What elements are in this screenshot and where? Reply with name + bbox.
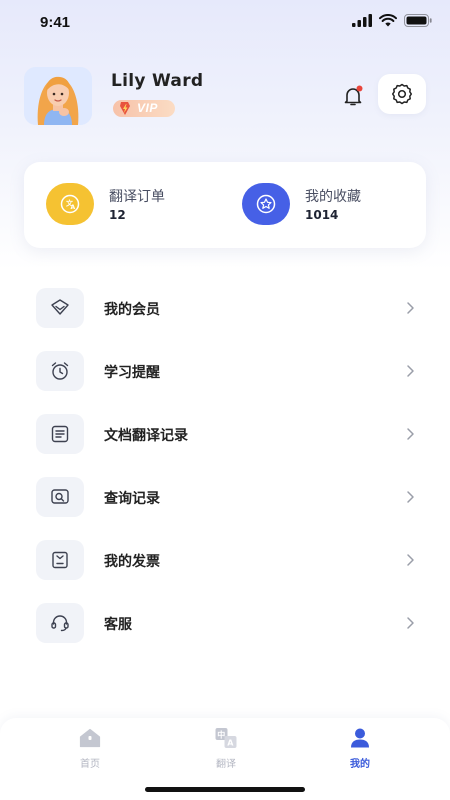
notification-dot xyxy=(356,85,363,92)
stats-card: 文 A 翻译订单 12 我的收藏 1014 xyxy=(24,162,426,248)
svg-text:中: 中 xyxy=(217,729,225,739)
alarm-clock-icon xyxy=(36,351,84,391)
chevron-right-icon xyxy=(407,491,414,503)
tab-label: 首页 xyxy=(80,759,100,770)
lightning-icon xyxy=(120,102,130,115)
svg-text:A: A xyxy=(71,204,76,211)
menu-item-document-translation-history[interactable]: 文档翻译记录 xyxy=(0,414,450,464)
chevron-right-icon xyxy=(407,617,414,629)
battery-icon xyxy=(404,14,432,27)
chevron-right-icon xyxy=(407,428,414,440)
profile-icon xyxy=(351,728,369,748)
translate-order-icon: 文 A xyxy=(46,183,94,225)
menu-label: 查询记录 xyxy=(104,491,160,507)
menu-item-invoices[interactable]: 我的发票 xyxy=(0,540,450,590)
avatar-illustration xyxy=(24,67,92,125)
tab-translate[interactable]: 中 A 翻译 xyxy=(196,726,256,774)
vip-badge[interactable]: VIP xyxy=(113,100,175,117)
signal-icon xyxy=(352,14,372,27)
gear-icon xyxy=(391,83,413,105)
document-icon xyxy=(36,414,84,454)
chevron-right-icon xyxy=(407,365,414,377)
menu-item-customer-service[interactable]: 客服 xyxy=(0,603,450,653)
stat-value: 1014 xyxy=(305,208,339,222)
stat-favorites[interactable]: 我的收藏 1014 xyxy=(224,162,426,248)
stat-value: 12 xyxy=(109,208,126,222)
translate-icon: 中 A xyxy=(215,728,237,748)
menu-item-search-history[interactable]: 查询记录 xyxy=(0,477,450,527)
favorites-star-icon xyxy=(242,183,290,225)
search-record-icon xyxy=(36,477,84,517)
invoice-icon xyxy=(36,540,84,580)
settings-button[interactable] xyxy=(378,74,426,114)
stat-label: 翻译订单 xyxy=(109,189,165,205)
user-name: Lily Ward xyxy=(111,71,204,91)
menu-label: 我的发票 xyxy=(104,554,160,570)
stat-translation-orders[interactable]: 文 A 翻译订单 12 xyxy=(24,162,224,248)
vip-label: VIP xyxy=(137,101,158,115)
stat-label: 我的收藏 xyxy=(305,189,361,205)
bell-icon xyxy=(344,85,363,106)
menu-label: 客服 xyxy=(104,617,132,633)
headset-icon xyxy=(36,603,84,643)
tab-home[interactable]: 首页 xyxy=(60,726,120,774)
tab-mine[interactable]: 我的 xyxy=(330,726,390,774)
menu-label: 学习提醒 xyxy=(104,365,160,381)
tab-label: 翻译 xyxy=(216,759,236,770)
chevron-right-icon xyxy=(407,554,414,566)
notification-bell[interactable] xyxy=(341,84,365,108)
svg-text:A: A xyxy=(227,739,234,748)
menu-item-membership[interactable]: 我的会员 xyxy=(0,288,450,338)
avatar[interactable] xyxy=(24,67,92,125)
chevron-right-icon xyxy=(407,302,414,314)
home-indicator xyxy=(145,787,305,792)
menu-label: 文档翻译记录 xyxy=(104,428,188,444)
status-icons xyxy=(352,14,432,27)
menu-item-study-reminder[interactable]: 学习提醒 xyxy=(0,351,450,401)
status-bar: 9:41 xyxy=(0,0,450,46)
status-time: 9:41 xyxy=(40,14,71,31)
diamond-icon xyxy=(36,288,84,328)
wifi-icon xyxy=(379,14,397,27)
menu-label: 我的会员 xyxy=(104,302,160,318)
tab-label: 我的 xyxy=(350,759,370,770)
home-icon xyxy=(79,728,101,748)
